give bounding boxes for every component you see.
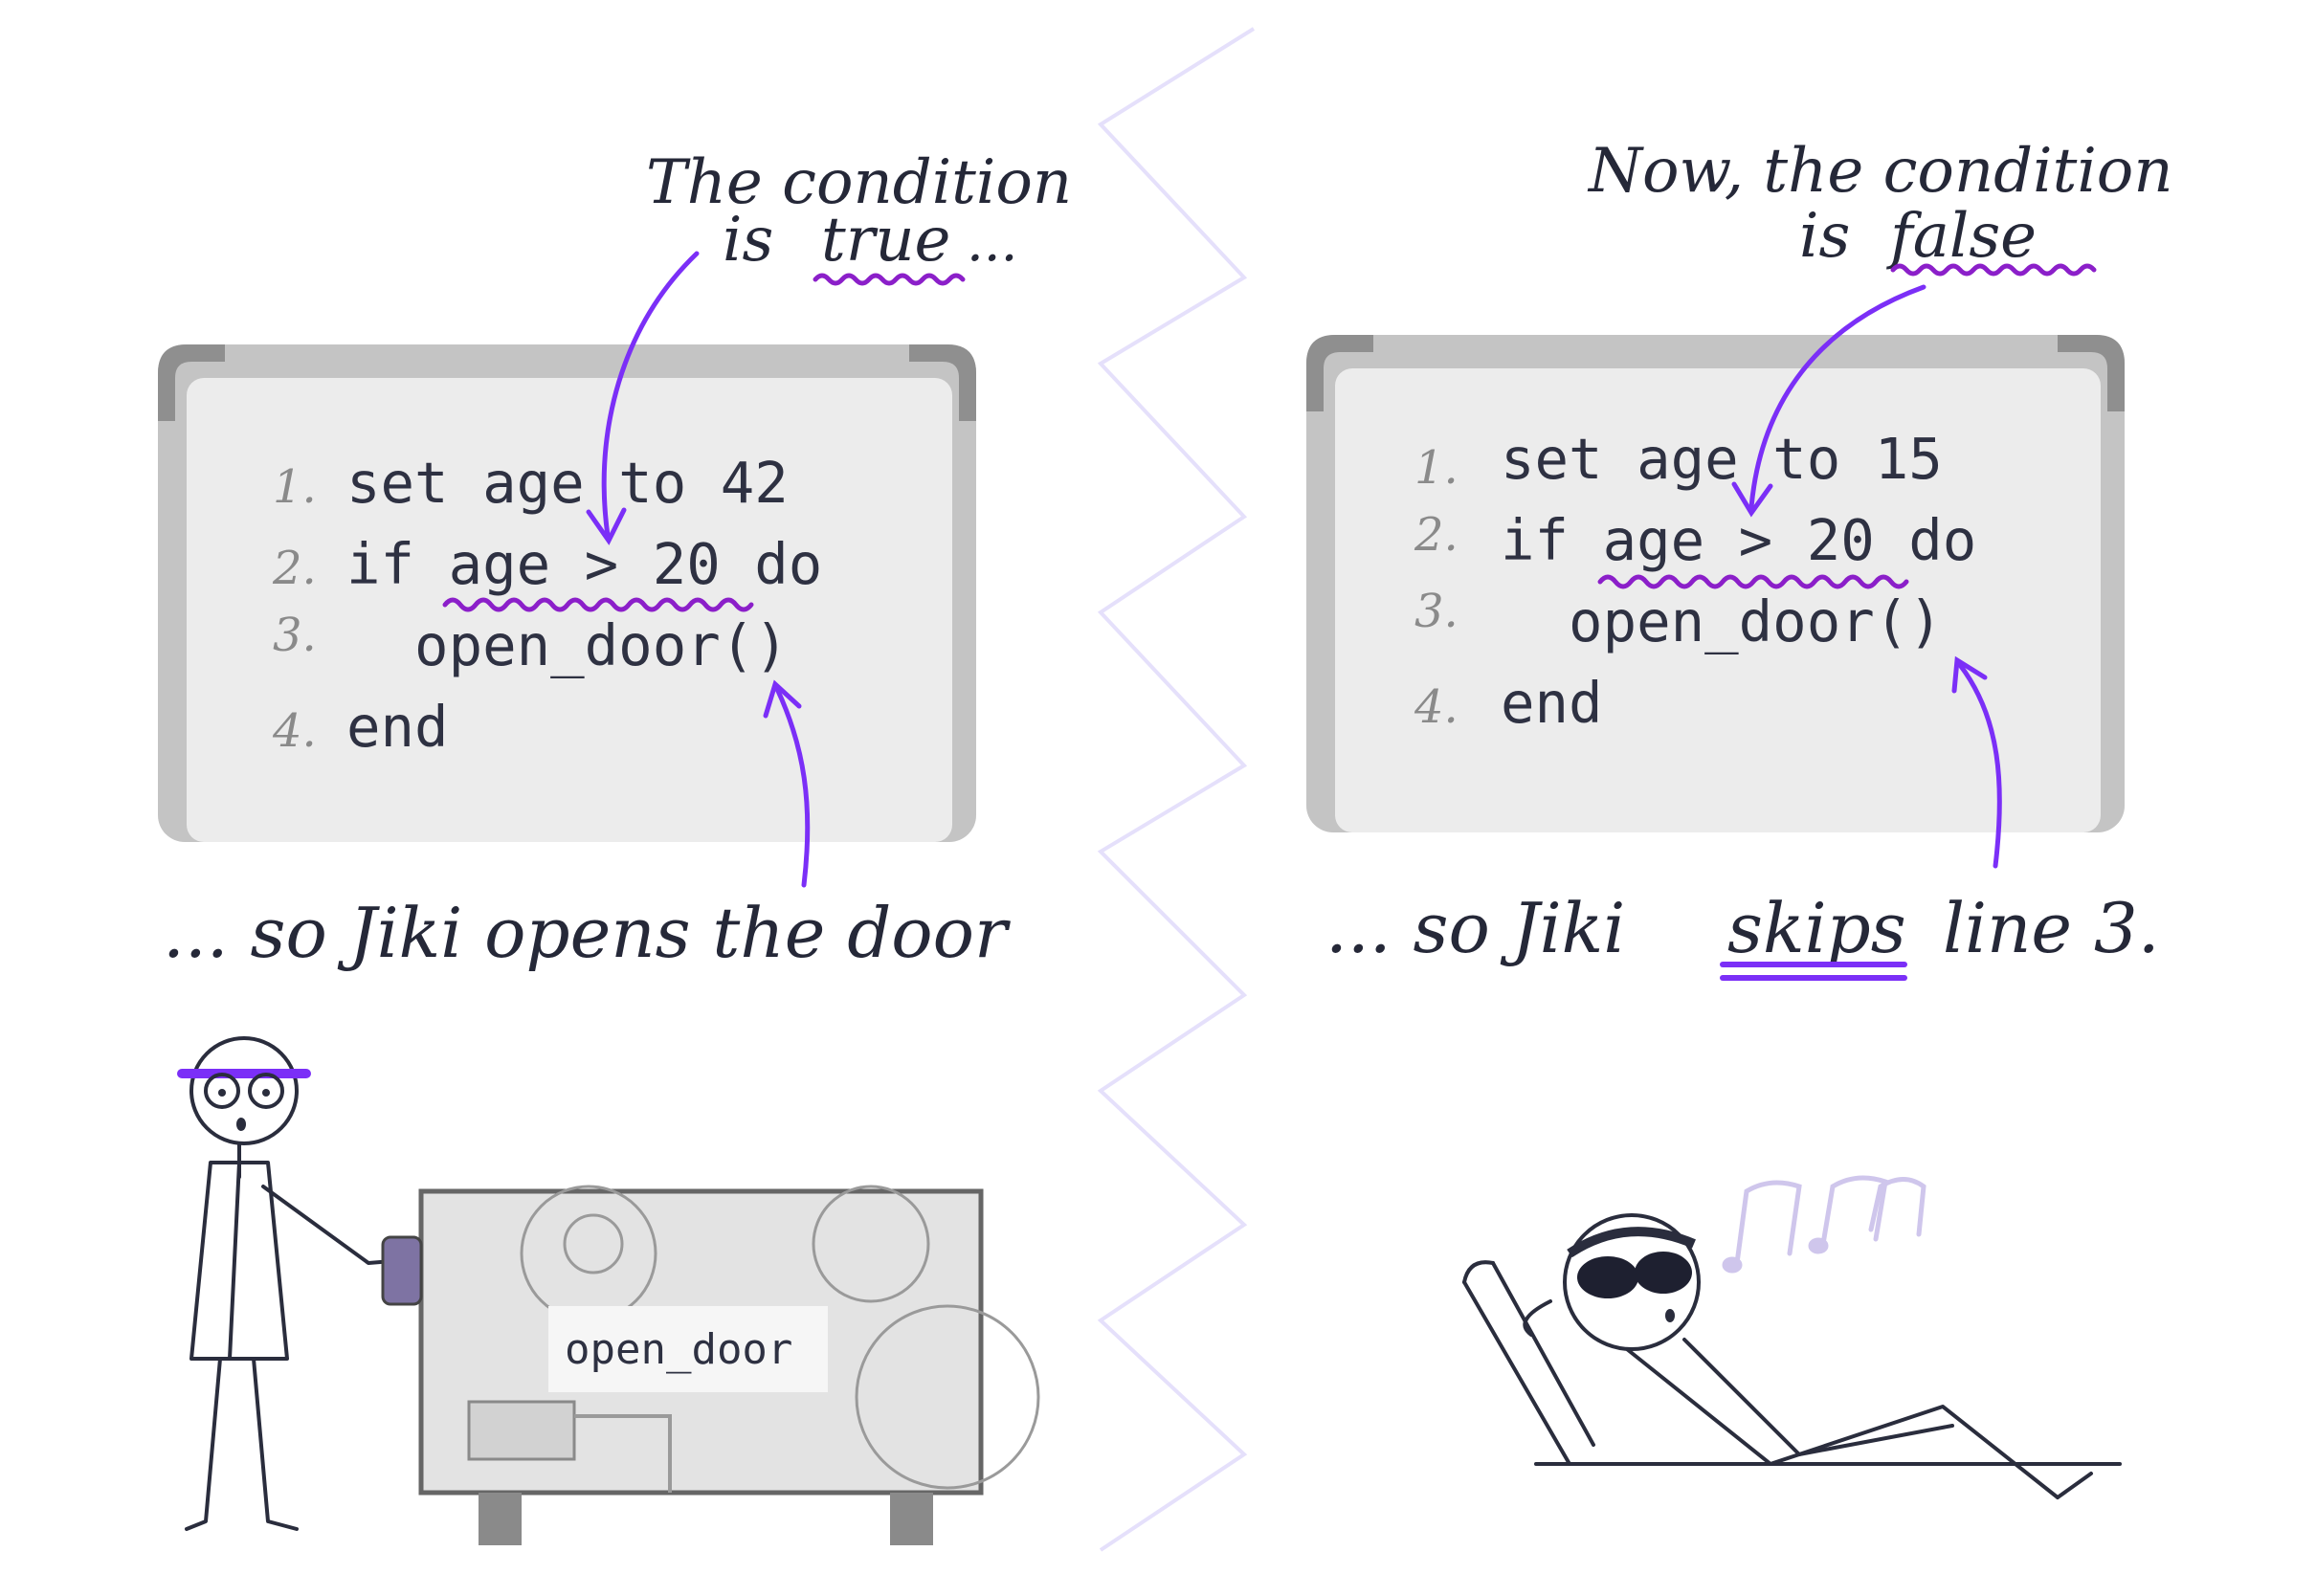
annotation-text: is (1799, 201, 1850, 272)
line-number: 1. (1414, 441, 1459, 495)
line-number: 2. (272, 542, 317, 595)
code-line: open_door() (1501, 588, 1943, 654)
line-number: 2. (1414, 508, 1459, 562)
code-line: if age > 20 do (346, 531, 822, 597)
left-annotation: The condition is true ... (646, 147, 1072, 286)
code-line: end (346, 694, 449, 760)
caption-highlight: skips (1727, 888, 1906, 968)
jiki-relaxing (1462, 1213, 2122, 1499)
line-number: 4. (1414, 680, 1459, 734)
open-door-machine: open_door (381, 1185, 1040, 1545)
caption-text: line 3. (1943, 888, 2160, 968)
music-notes-icon (1722, 1175, 1926, 1274)
code-line: open_door() (346, 612, 789, 678)
code-line: if age > 20 do (1501, 507, 1976, 573)
right-whiteboard (1306, 335, 2125, 832)
left-panel: 1. set age to 42 2. if age > 20 do 3. op… (158, 147, 1072, 1545)
condition-squiggle (1597, 574, 1909, 589)
line-number: 4. (272, 704, 317, 758)
code-line: set age to 15 (1501, 426, 1943, 492)
code-line: set age to 42 (346, 450, 789, 516)
caption-text: ... so Jiki (1325, 888, 1625, 968)
right-caption: ... so Jiki skips line 3. (1325, 888, 2160, 981)
background-chevron-decoration (1097, 27, 1256, 1552)
code-line: end (1501, 670, 1603, 736)
annotation-highlight: true (821, 205, 950, 276)
annotation-text: ... (967, 211, 1017, 274)
true-squiggle (813, 273, 966, 286)
right-panel: 1. set age to 15 2. if age > 20 do 3. op… (1306, 136, 2173, 1499)
line-number: 3. (1414, 585, 1459, 638)
right-annotation: Now, the condition is false (1587, 136, 2173, 277)
machine-label: open_door (565, 1325, 792, 1374)
annotation-text: Now, the condition (1587, 136, 2173, 207)
annotation-text: is (723, 205, 773, 276)
condition-squiggle (442, 597, 754, 612)
jiki-scientist (177, 1036, 394, 1531)
left-caption: ... so Jiki opens the door (163, 893, 1011, 973)
line-number: 3. (273, 609, 317, 662)
annotation-highlight: false (1886, 201, 2037, 272)
line-number: 1. (273, 460, 317, 514)
